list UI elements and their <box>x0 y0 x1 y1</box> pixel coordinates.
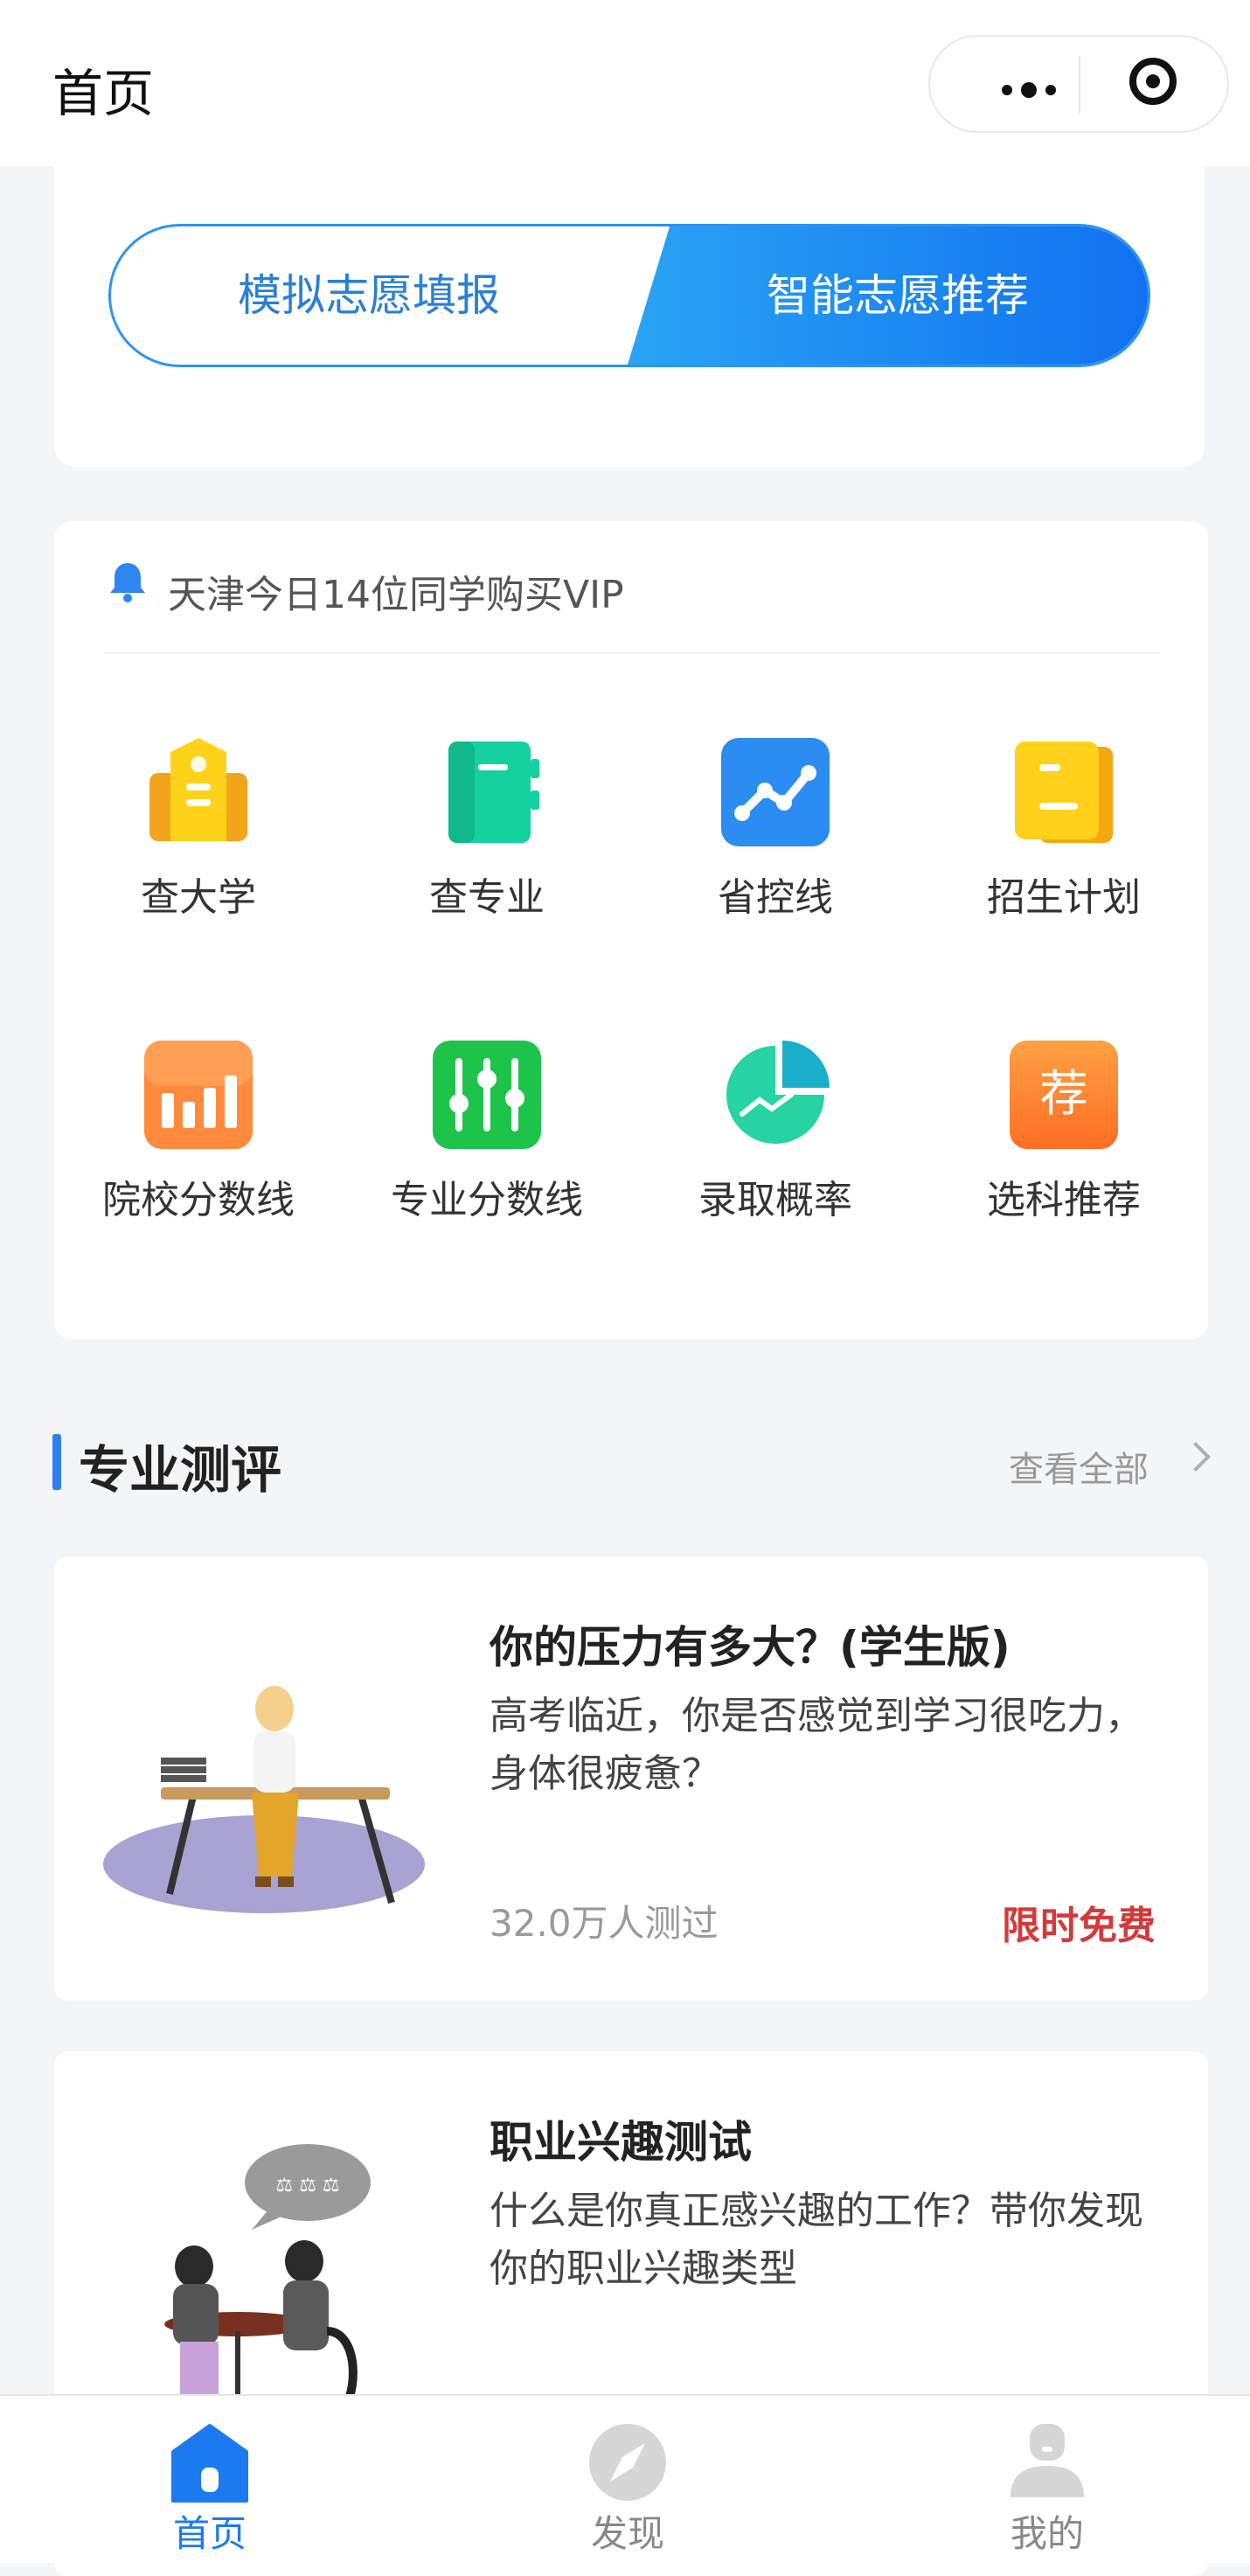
more-menu-icon[interactable] <box>1002 82 1065 99</box>
feature-grid-card: 天津今日14位同学购买VIP 查大学 查专业 省控线 招生计划 院校分数线 专业… <box>54 521 1208 1340</box>
grid-item-major-score[interactable]: 专业分数线 <box>343 999 631 1261</box>
tab-home[interactable]: 首页 <box>79 2396 341 2563</box>
vip-purchase-notice[interactable]: 天津今日14位同学购买VIP <box>168 563 624 619</box>
bottom-tab-bar: 首页 发现 我的 <box>0 2394 1250 2563</box>
tab-mine[interactable]: 我的 <box>916 2396 1178 2563</box>
tab-discover[interactable]: 发现 <box>497 2396 759 2563</box>
section-accent-bar <box>52 1434 61 1490</box>
trend-line-icon <box>721 738 830 846</box>
grid-item-subject-recommend[interactable]: 荐 选科推荐 <box>920 999 1208 1261</box>
grid-item-label: 选科推荐 <box>987 1178 1141 1222</box>
free-badge: 限时免费 <box>1002 1904 1156 1948</box>
grid-item-admission-rate[interactable]: 录取概率 <box>631 999 920 1261</box>
home-icon <box>171 2424 248 2503</box>
page-title: 首页 <box>52 64 155 123</box>
mini-program-capsule <box>928 35 1229 133</box>
smart-recommend-tab[interactable]: 智能志愿推荐 <box>653 226 1142 365</box>
grid-item-label: 院校分数线 <box>102 1178 295 1222</box>
grid-item-province-line[interactable]: 省控线 <box>631 696 920 958</box>
assessment-desc: 什么是你真正感兴趣的工作？带你发现你的职业兴趣类型 <box>490 2189 1143 2291</box>
grid-item-major[interactable]: 查专业 <box>343 696 631 958</box>
assessment-desc: 高考临近，你是否感觉到学习很吃力，身体很疲惫？ <box>490 1694 1143 1796</box>
volunteer-mode-toggle: 模拟志愿填报 智能志愿推荐 <box>108 224 1150 367</box>
bar-chart-icon <box>144 1041 253 1149</box>
tab-label: 我的 <box>1010 2512 1084 2555</box>
view-all-link[interactable]: 查看全部 <box>1009 1441 1149 1492</box>
divider <box>105 652 1159 654</box>
grid-item-label: 查大学 <box>141 875 256 920</box>
assessment-title: 你的压力有多大？(学生版) <box>490 1622 1010 1673</box>
assessment-title: 职业兴趣测试 <box>490 2117 752 2168</box>
svg-text:⚖ ⚖ ⚖: ⚖ ⚖ ⚖ <box>275 2175 339 2197</box>
tab-label: 发现 <box>590 2512 664 2555</box>
tab-label: 首页 <box>172 2512 247 2555</box>
grid-item-enrollment-plan[interactable]: 招生计划 <box>920 696 1208 958</box>
section-title: 专业测评 <box>79 1440 282 1500</box>
grid-item-label: 查专业 <box>429 875 545 920</box>
major-book-icon <box>448 741 539 843</box>
stress-illustration <box>103 1686 425 1913</box>
sliders-icon <box>433 1041 541 1149</box>
top-nav-bar: 首页 <box>0 0 1250 166</box>
simulate-fill-tab[interactable]: 模拟志愿填报 <box>111 226 627 365</box>
assessment-count: 32.0万人测过 <box>490 1902 719 1945</box>
university-icon <box>149 738 247 841</box>
grid-item-university[interactable]: 查大学 <box>54 696 343 958</box>
pie-chart-icon <box>726 1041 830 1144</box>
grid-item-label: 录取概率 <box>698 1178 852 1222</box>
grid-item-label: 专业分数线 <box>391 1178 583 1222</box>
close-target-icon[interactable] <box>1129 58 1177 105</box>
user-icon <box>1010 2424 1084 2497</box>
recommend-glyph: 荐 <box>1039 1066 1088 1123</box>
grid-item-college-score[interactable]: 院校分数线 <box>54 999 343 1261</box>
recommend-badge-icon: 荐 <box>1010 1041 1118 1149</box>
grid-item-label: 招生计划 <box>987 875 1141 920</box>
assessment-card-stress[interactable]: 你的压力有多大？(学生版) 高考临近，你是否感觉到学习很吃力，身体很疲惫？ 32… <box>54 1556 1208 2001</box>
capsule-divider <box>1079 56 1080 114</box>
bell-icon <box>110 563 145 602</box>
compass-icon <box>589 2424 666 2501</box>
chevron-right-icon[interactable] <box>1181 1442 1211 1472</box>
enrollment-plan-icon <box>1015 741 1113 843</box>
volunteer-mode-card: 模拟志愿填报 智能志愿推荐 <box>54 149 1205 467</box>
grid-item-label: 省控线 <box>718 875 833 920</box>
